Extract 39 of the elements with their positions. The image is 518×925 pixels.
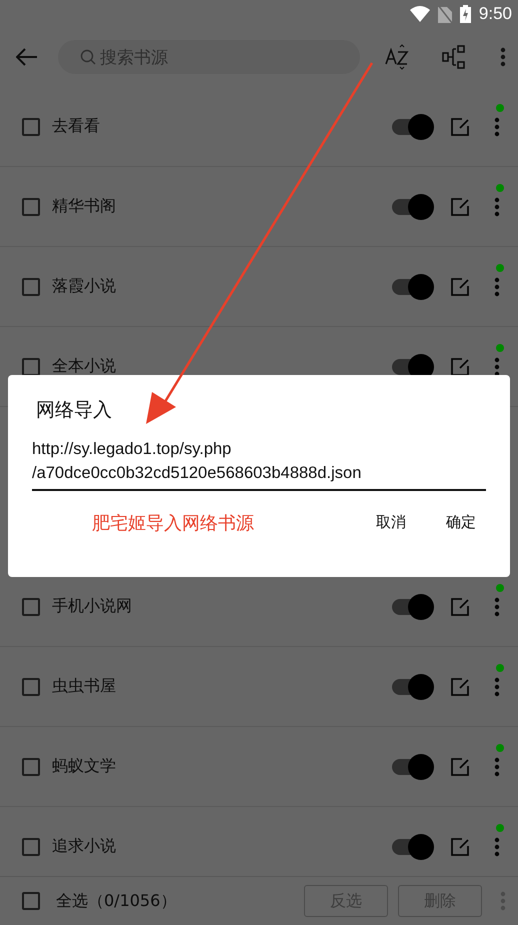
source-name: 落霞小说: [52, 276, 117, 297]
source-name: 精华书阁: [52, 196, 117, 217]
no-sim-icon: [438, 4, 452, 22]
toggle-switch[interactable]: [390, 674, 434, 700]
group-icon[interactable]: [442, 45, 468, 69]
source-name: 虫虫书屋: [52, 676, 117, 697]
checkbox[interactable]: [22, 198, 40, 216]
checkbox[interactable]: [22, 838, 40, 856]
checkbox[interactable]: [22, 598, 40, 616]
source-name: 去看看: [52, 116, 101, 137]
back-arrow-icon[interactable]: [16, 48, 38, 66]
checkbox[interactable]: [22, 118, 40, 136]
wifi-icon: [410, 6, 430, 22]
dialog-title: 网络导入: [36, 398, 112, 423]
checkbox[interactable]: [22, 892, 40, 910]
toggle-switch[interactable]: [390, 754, 434, 780]
source-name: 全本小说: [52, 356, 117, 377]
url-field[interactable]: http://sy.legado1.top/sy.php /a70dce0cc0b32cd5120e568603b4888d.json: [32, 437, 486, 491]
edit-icon[interactable]: [450, 356, 470, 376]
source-name: 追求小说: [52, 836, 117, 857]
annotation-text: 肥宅姬导入网络书源: [92, 512, 255, 534]
sort-icon[interactable]: [384, 44, 410, 70]
search-icon: [80, 49, 96, 65]
toggle-switch[interactable]: [390, 594, 434, 620]
battery-charging-icon: [460, 4, 471, 22]
toggle-switch[interactable]: [390, 194, 434, 220]
clock-time: 9:50: [478, 4, 512, 24]
checkbox[interactable]: [22, 758, 40, 776]
checkbox[interactable]: [22, 678, 40, 696]
source-name: 手机小说网: [52, 596, 133, 617]
select-all-label: 全选（0/1056）: [56, 890, 178, 912]
toggle-switch[interactable]: [390, 114, 434, 140]
checkbox[interactable]: [22, 278, 40, 296]
more-icon[interactable]: [494, 356, 500, 376]
toggle-switch[interactable]: [390, 834, 434, 860]
confirm-button[interactable]: 确定: [436, 505, 486, 540]
toggle-switch[interactable]: [390, 274, 434, 300]
cancel-button[interactable]: 取消: [366, 505, 416, 540]
source-name: 蚂蚁文学: [52, 756, 117, 777]
